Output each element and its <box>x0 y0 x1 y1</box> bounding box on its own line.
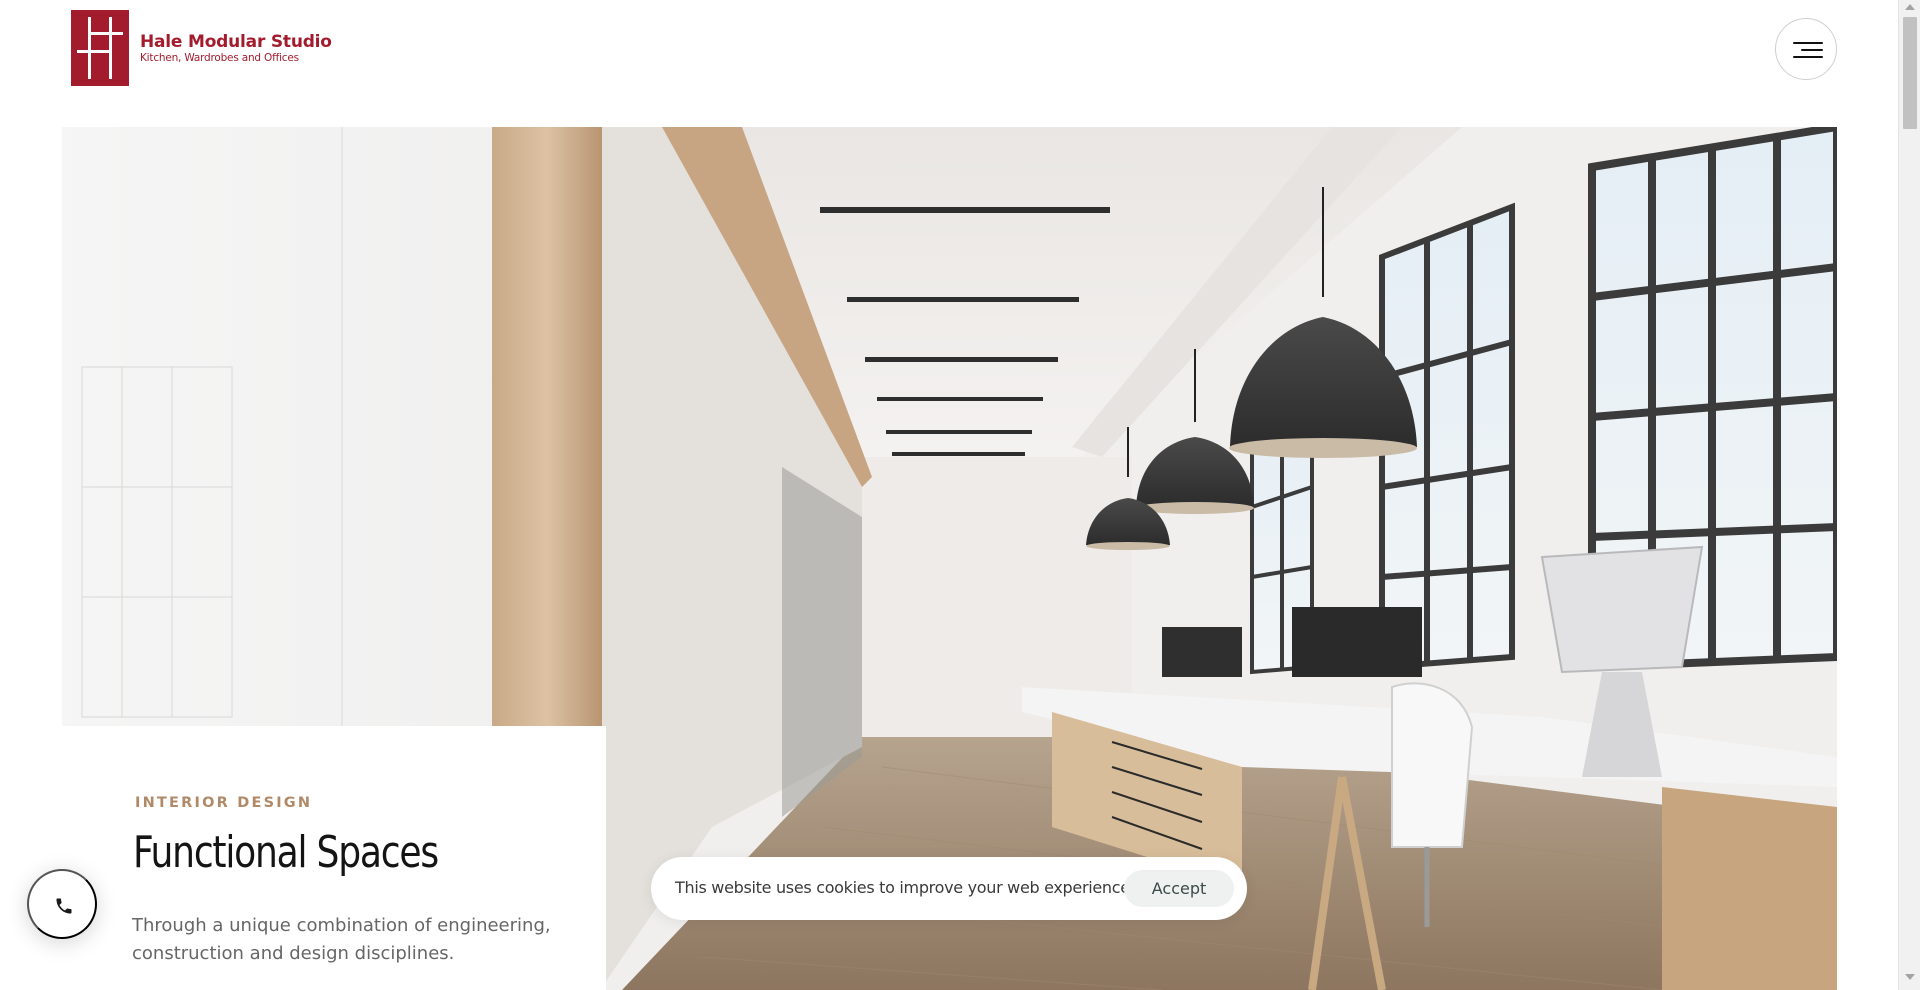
scroll-thumb[interactable] <box>1903 17 1917 129</box>
scroll-up-arrow-icon[interactable] <box>1905 4 1915 10</box>
cookie-consent-bar: This website uses cookies to improve you… <box>651 857 1247 920</box>
menu-button[interactable] <box>1775 18 1837 80</box>
logo-name: Hale Modular Studio <box>140 31 332 52</box>
page-scrollbar[interactable] <box>1898 0 1920 990</box>
phone-icon <box>56 898 72 914</box>
hero-description: Through a unique combination of engineer… <box>132 915 551 964</box>
hale-monogram-logo-icon <box>71 10 129 86</box>
cookie-message: This website uses cookies to improve you… <box>675 878 1135 897</box>
scroll-down-arrow-icon[interactable] <box>1905 974 1915 980</box>
call-button[interactable] <box>27 869 97 939</box>
site-header: Hale Modular Studio Kitchen, Wardrobes a… <box>0 0 1898 98</box>
hero-eyebrow: INTERIOR DESIGN <box>135 795 313 811</box>
hero-headline: Functional Spaces <box>133 827 439 878</box>
logo-tagline: Kitchen, Wardrobes and Offices <box>140 51 299 64</box>
cookie-accept-button[interactable]: Accept <box>1124 870 1234 907</box>
site-logo[interactable]: Hale Modular Studio Kitchen, Wardrobes a… <box>71 10 332 86</box>
logo-text: Hale Modular Studio Kitchen, Wardrobes a… <box>140 32 332 65</box>
hamburger-menu-icon <box>1793 40 1823 60</box>
